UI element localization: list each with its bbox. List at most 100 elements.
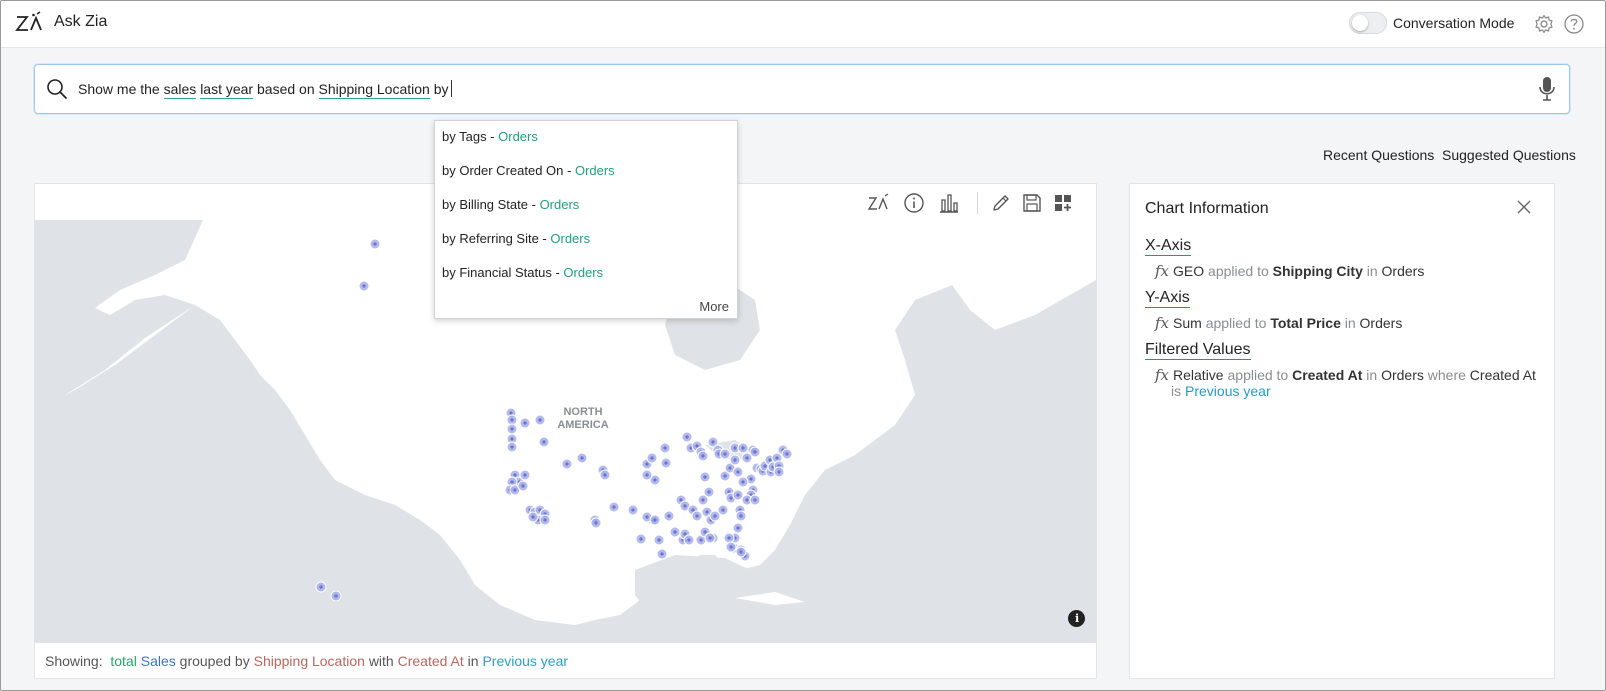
map-marker-center — [749, 477, 753, 481]
map-marker-center — [673, 530, 677, 534]
map-marker-center — [580, 456, 584, 460]
map-marker-center — [685, 435, 689, 439]
suggestion-entity: Orders — [574, 163, 615, 178]
map-marker-center — [703, 475, 707, 479]
map-marker-center — [703, 530, 707, 534]
map-marker-center — [565, 462, 569, 466]
zia-insights-icon[interactable] — [867, 191, 891, 215]
map-marker-center — [523, 421, 527, 425]
filter-detail: fx Relative applied to Created At in Orde… — [1155, 366, 1536, 384]
info-icon[interactable] — [902, 191, 926, 215]
map-marker-center — [612, 505, 616, 509]
recent-questions-link[interactable]: Recent Questions — [1323, 147, 1434, 163]
suggestion-dropdown: by Tags - Orders by Order Created On - O… — [434, 120, 738, 319]
search-icon — [47, 79, 67, 99]
function-icon: fx — [1155, 314, 1170, 332]
map-marker-center — [645, 515, 649, 519]
ask-zia-search-bar[interactable]: Show me the sales last year based on Shi… — [34, 64, 1570, 114]
map-marker-center — [521, 484, 525, 488]
suggestion-item[interactable]: by Tags - Orders — [442, 129, 538, 144]
query-text: based on — [257, 81, 315, 97]
add-to-dashboard-icon[interactable] — [1051, 191, 1075, 215]
x-axis-detail: fx GEO applied to Shipping City in Orders — [1155, 262, 1425, 280]
edit-pencil-icon[interactable] — [989, 191, 1013, 215]
suggestion-label: by Referring Site - — [442, 231, 547, 246]
map-attribution-info-icon[interactable]: i — [1068, 610, 1085, 627]
map-marker-center — [723, 474, 727, 478]
map-marker-center — [542, 440, 546, 444]
function-icon: fx — [1155, 262, 1170, 280]
map-marker-center — [523, 473, 527, 477]
suggestion-entity: Orders — [539, 197, 580, 212]
map-marker-center — [373, 242, 377, 246]
conversation-mode-label: Conversation Mode — [1393, 15, 1515, 31]
filter-value-link[interactable]: Previous year — [1185, 383, 1271, 399]
summary-text: grouped by — [179, 653, 250, 669]
map-marker-center — [334, 594, 338, 598]
close-icon[interactable] — [1515, 198, 1533, 216]
panel-title: Chart Information — [1145, 200, 1269, 217]
filtered-values-heading: Filtered Values — [1145, 341, 1251, 360]
map-marker-center — [687, 538, 691, 542]
map-marker-center — [733, 458, 737, 462]
suggestion-item[interactable]: by Referring Site - Orders — [442, 231, 590, 246]
summary-aggregate: total — [110, 653, 137, 669]
search-query[interactable]: Show me the sales last year based on Shi… — [78, 80, 452, 99]
suggestion-label: by Order Created On - — [442, 163, 572, 178]
summary-text: in — [467, 653, 479, 669]
summary-filter-value: Previous year — [482, 653, 569, 669]
top-bar: Ask Zia Conversation Mode — [1, 1, 1605, 48]
map-marker-center — [727, 536, 731, 540]
summary-measure: Sales — [140, 653, 176, 669]
map-marker-center — [736, 493, 740, 497]
map-marker-center — [510, 437, 514, 441]
map-marker-center — [543, 518, 547, 522]
map-marker-center — [701, 454, 705, 458]
suggested-questions-link[interactable]: Suggested Questions — [1442, 147, 1576, 163]
suggestion-item[interactable]: by Billing State - Orders — [442, 197, 579, 212]
showing-label: Showing: — [45, 653, 103, 669]
map-marker-center — [745, 498, 749, 502]
map-marker-center — [683, 532, 687, 536]
query-token-shipping-location[interactable]: Shipping Location — [318, 81, 430, 99]
map-marker-center — [653, 518, 657, 522]
save-icon[interactable] — [1020, 191, 1044, 215]
map-marker-center — [531, 515, 535, 519]
query-token-sales[interactable]: sales — [163, 81, 197, 99]
summary-filter-field: Created At — [397, 653, 464, 669]
suggestion-label: by Tags - — [442, 129, 495, 144]
map-marker-center — [741, 480, 745, 484]
map-marker-center — [736, 470, 740, 474]
map-marker-center — [705, 510, 709, 514]
zia-logo-icon — [15, 11, 42, 31]
map-marker-center — [645, 462, 649, 466]
filter-detail-continued: is Previous year — [1171, 383, 1271, 399]
map-marker-center — [741, 446, 745, 450]
showing-summary: Showing: total Sales grouped by Shipping… — [35, 642, 1096, 679]
more-suggestions-link[interactable]: More — [699, 299, 729, 314]
map-marker-center — [753, 498, 757, 502]
map-marker-center — [723, 452, 727, 456]
microphone-icon[interactable] — [1538, 76, 1556, 102]
map-marker-center — [319, 585, 323, 589]
suggestion-item[interactable]: by Order Created On - Orders — [442, 163, 615, 178]
query-token-last-year[interactable]: last year — [200, 81, 254, 99]
map-marker-center — [739, 514, 743, 518]
map-marker-center — [713, 514, 717, 518]
map-marker-center — [721, 508, 725, 512]
map-marker-center — [695, 514, 699, 518]
map-marker-center — [683, 504, 687, 508]
suggestion-item[interactable]: by Financial Status - Orders — [442, 265, 603, 280]
help-icon[interactable] — [1563, 13, 1585, 35]
bar-chart-icon[interactable] — [937, 191, 961, 215]
settings-gear-icon[interactable] — [1533, 13, 1555, 35]
map-marker-center — [736, 526, 740, 530]
map-marker-center — [538, 418, 542, 422]
y-axis-detail: fx Sum applied to Total Price in Orders — [1155, 314, 1403, 332]
query-text: Show me the — [78, 81, 160, 97]
map-marker-center — [701, 498, 705, 502]
conversation-mode-toggle[interactable] — [1349, 12, 1387, 34]
suggestion-entity: Orders — [563, 265, 604, 280]
map-marker-center — [664, 461, 668, 465]
map-marker-center — [510, 427, 514, 431]
